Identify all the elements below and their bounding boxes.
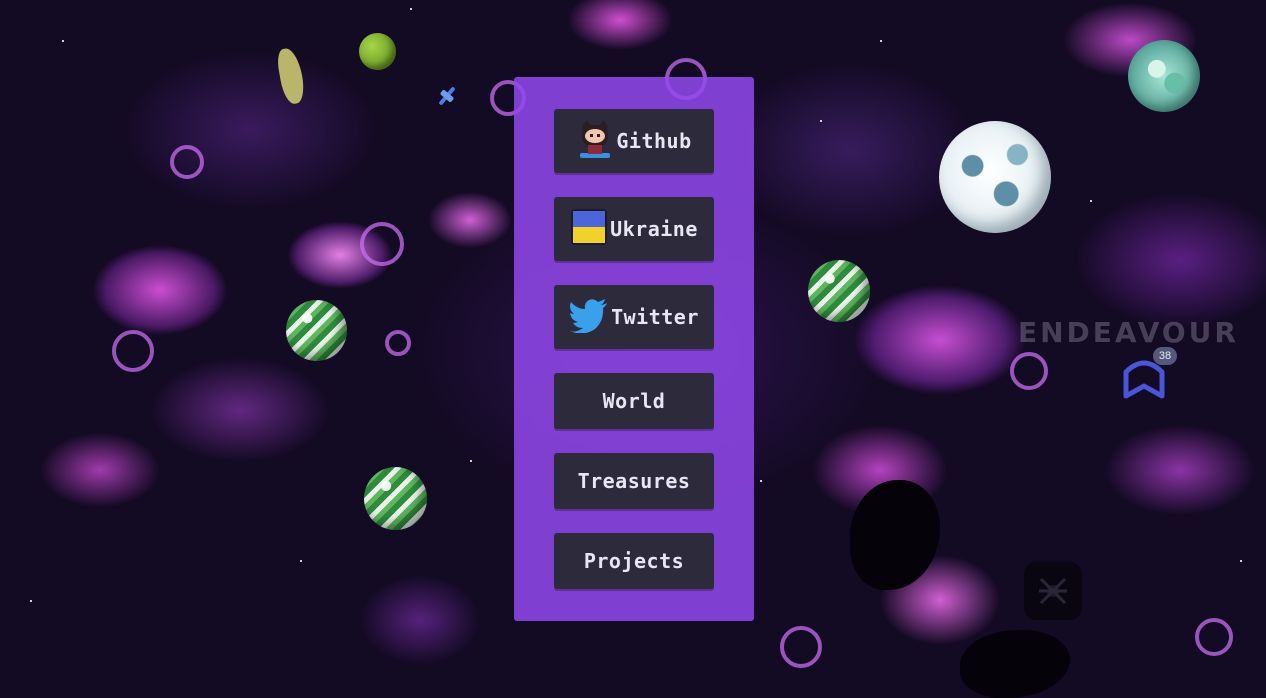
ukraine-flag-icon — [570, 208, 608, 251]
star — [300, 560, 302, 562]
ice-planet — [939, 121, 1051, 233]
striped-green-planet — [808, 260, 870, 322]
nebula-ring — [1010, 352, 1048, 390]
nebula-ring — [1195, 618, 1233, 656]
teal-planet — [1128, 40, 1200, 112]
world-button[interactable]: World — [554, 373, 714, 429]
chat-widget[interactable]: 38 — [1120, 347, 1177, 402]
star — [410, 8, 412, 10]
twitter-button[interactable]: Twitter — [554, 285, 714, 349]
lime-planet — [359, 33, 396, 70]
star — [820, 120, 822, 122]
navigation-panel: Github Ukraine Twitter World Treasures P… — [514, 77, 754, 621]
twitter-bird-icon — [569, 297, 609, 338]
ukraine-button-label: Ukraine — [610, 217, 698, 241]
projects-button[interactable]: Projects — [554, 533, 714, 589]
projects-button-label: Projects — [583, 549, 685, 573]
ukraine-button[interactable]: Ukraine — [554, 197, 714, 261]
nebula-ring — [385, 330, 411, 356]
nebula-ring — [112, 330, 154, 372]
striped-green-planet — [364, 467, 427, 530]
twitter-button-label: Twitter — [611, 305, 699, 329]
striped-green-planet — [286, 300, 347, 361]
nebula-ring — [360, 222, 404, 266]
star — [1090, 200, 1092, 202]
spider-icon[interactable] — [1024, 562, 1082, 620]
nebula-ring — [780, 626, 822, 668]
treasures-button-label: Treasures — [577, 469, 691, 493]
notification-badge: 38 — [1153, 347, 1177, 365]
nebula-ring — [170, 145, 204, 179]
star — [880, 40, 882, 42]
star — [1240, 560, 1242, 562]
watermark-text: ENDEAVOUR — [1018, 316, 1239, 349]
star — [760, 480, 762, 482]
octocat-icon — [576, 117, 614, 166]
star — [470, 460, 472, 462]
treasures-button[interactable]: Treasures — [554, 453, 714, 509]
github-button-label: Github — [616, 129, 692, 153]
star — [30, 600, 32, 602]
star — [62, 40, 64, 42]
world-button-label: World — [602, 389, 666, 413]
github-button[interactable]: Github — [554, 109, 714, 173]
